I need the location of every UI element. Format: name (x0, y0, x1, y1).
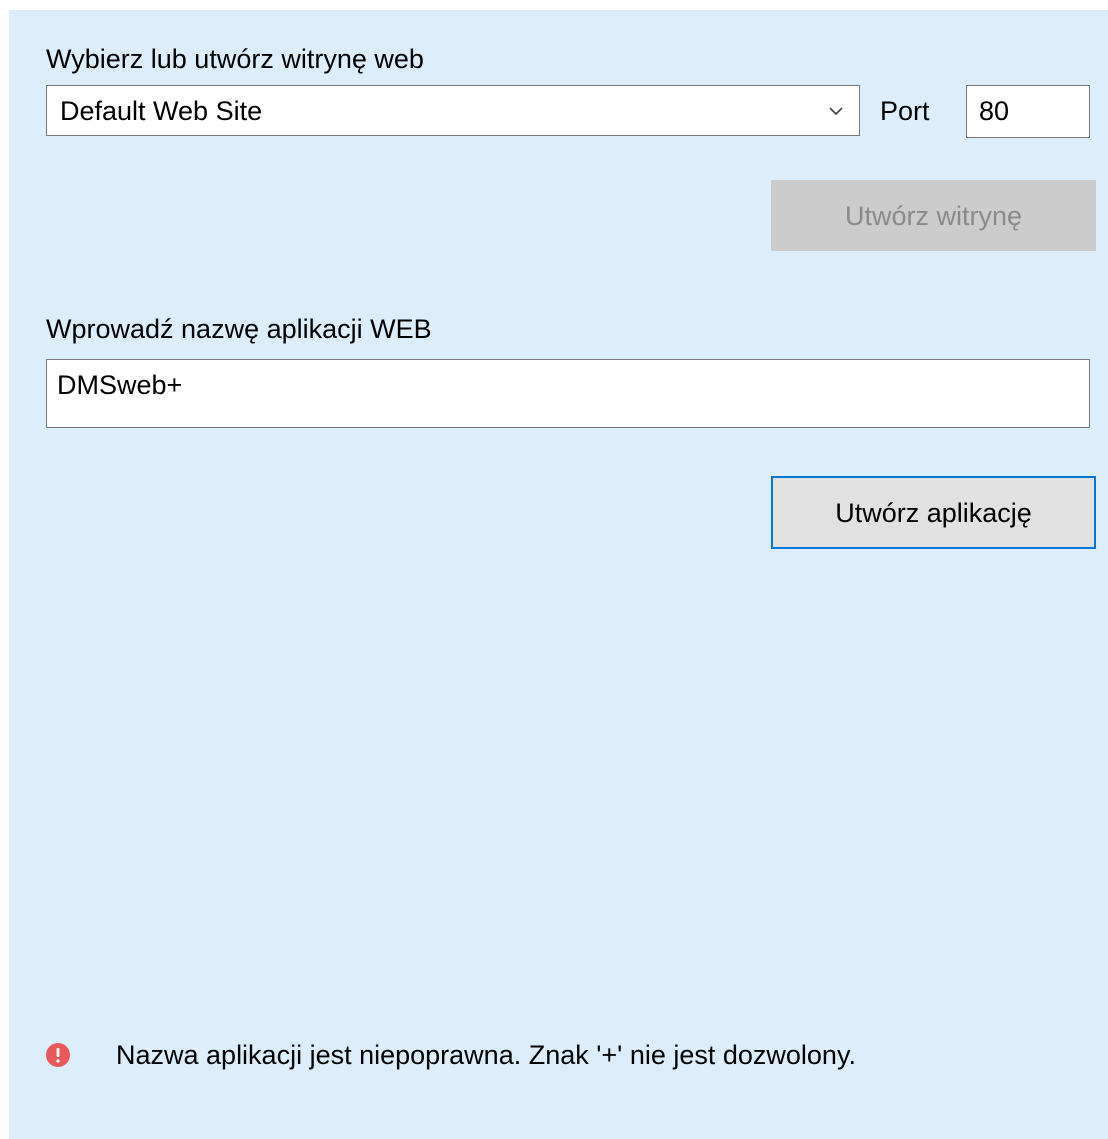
app-name-input[interactable]: DMSweb+ (46, 359, 1090, 428)
error-icon (46, 1043, 70, 1067)
create-app-button[interactable]: Utwórz aplikację (771, 476, 1096, 549)
app-name-label: Wprowadź nazwę aplikacji WEB (46, 314, 432, 344)
error-message: Nazwa aplikacji jest niepoprawna. Znak '… (116, 1040, 856, 1070)
port-input-value: 80 (979, 96, 1010, 126)
port-input[interactable]: 80 (966, 85, 1090, 138)
port-label: Port (880, 96, 930, 126)
create-site-button[interactable]: Utwórz witrynę (771, 180, 1096, 251)
site-dropdown-value: Default Web Site (60, 96, 263, 126)
site-select-label: Wybierz lub utwórz witrynę web (46, 44, 424, 74)
site-dropdown[interactable]: Default Web Site (46, 85, 860, 136)
app-name-input-value: DMSweb+ (57, 370, 183, 400)
chevron-down-icon (829, 107, 843, 116)
